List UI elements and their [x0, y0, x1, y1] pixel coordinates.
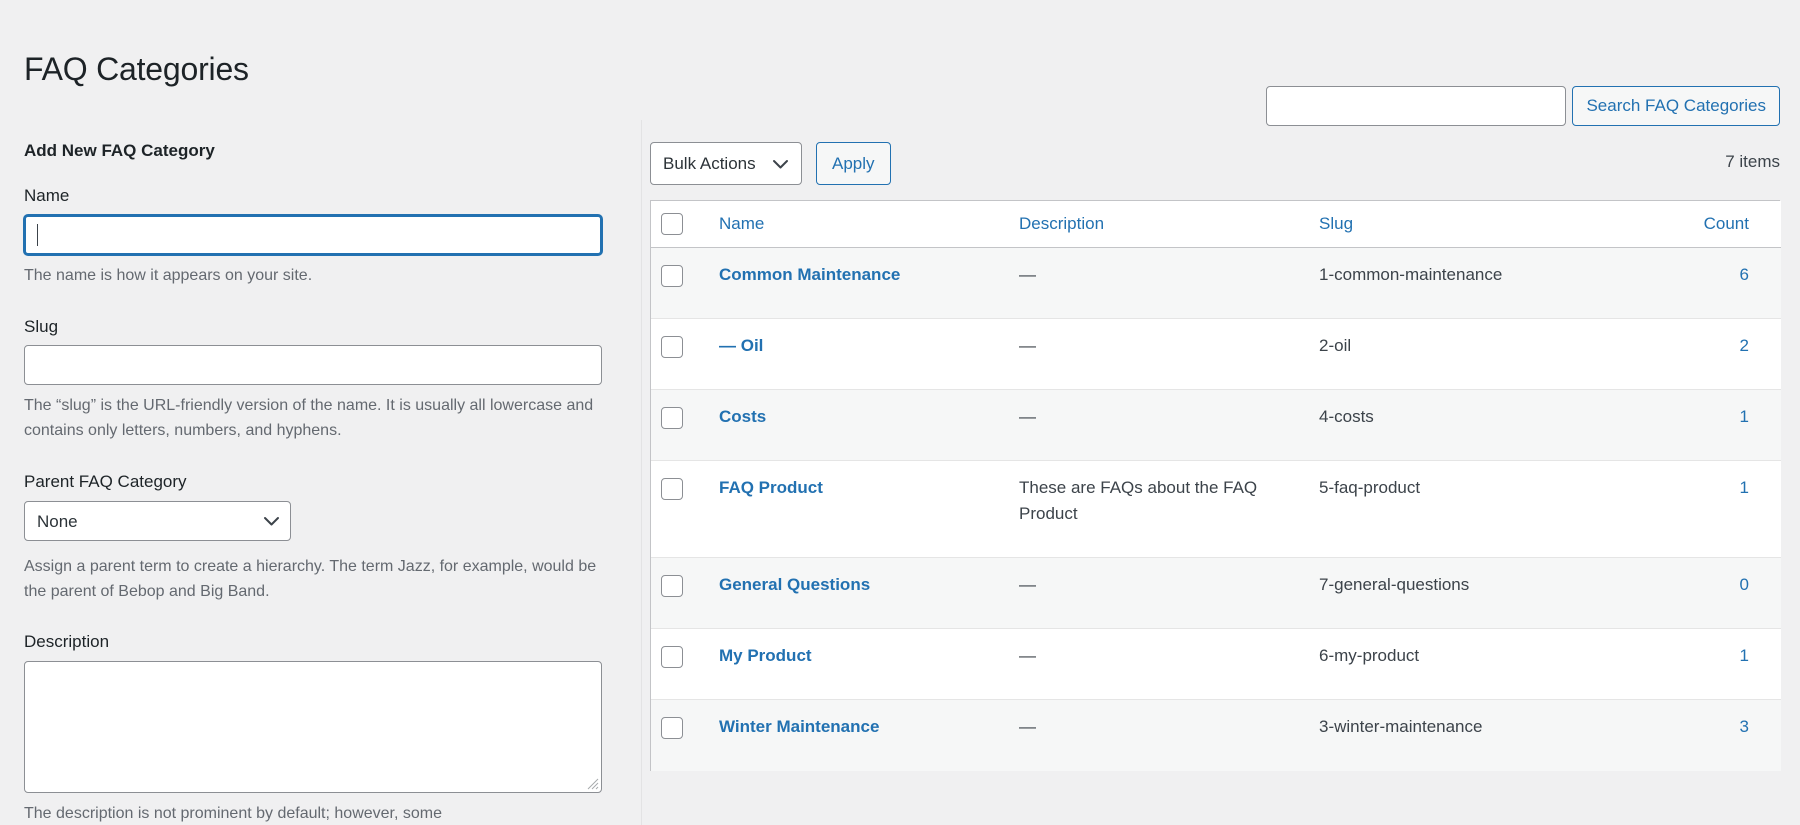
parent-category-select[interactable]: None	[24, 501, 291, 541]
search-submit-button[interactable]: Search FAQ Categories	[1572, 86, 1780, 126]
form-heading: Add New FAQ Category	[24, 140, 604, 162]
table-header-row: Name Description Slug Count	[651, 201, 1781, 248]
row-checkbox[interactable]	[661, 336, 683, 358]
apply-button[interactable]: Apply	[816, 142, 891, 185]
column-divider	[641, 120, 642, 825]
table-row: My Product — 6-my-product 1	[651, 629, 1781, 700]
select-all-header	[651, 201, 709, 248]
parent-category-label: Parent FAQ Category	[24, 470, 604, 494]
term-slug: 2-oil	[1319, 336, 1351, 355]
term-slug: 3-winter-maintenance	[1319, 717, 1482, 736]
term-name-link[interactable]: FAQ Product	[719, 478, 823, 497]
text-caret	[37, 224, 38, 246]
term-count-link[interactable]: 2	[1740, 336, 1749, 355]
row-checkbox[interactable]	[661, 717, 683, 739]
term-name-link[interactable]: Common Maintenance	[719, 265, 900, 284]
field-parent-category: Parent FAQ Category None	[24, 470, 604, 546]
term-name-link[interactable]: My Product	[719, 646, 812, 665]
select-all-checkbox[interactable]	[661, 213, 683, 235]
term-description: —	[1019, 717, 1036, 736]
items-count: 7 items	[1725, 152, 1780, 172]
column-header-count[interactable]: Count	[1609, 201, 1781, 248]
slug-input[interactable]	[24, 345, 602, 385]
term-name-link[interactable]: Winter Maintenance	[719, 717, 879, 736]
table-row: Costs — 4-costs 1	[651, 390, 1781, 461]
parent-category-selected-value: None	[24, 501, 291, 541]
term-slug: 5-faq-product	[1319, 478, 1420, 497]
term-count-link[interactable]: 3	[1740, 717, 1749, 736]
table-row: General Questions — 7-general-questions …	[651, 558, 1781, 629]
table-nav-top: Bulk Actions Apply 7 items	[650, 142, 1780, 186]
row-checkbox[interactable]	[661, 265, 683, 287]
column-header-name[interactable]: Name	[709, 201, 1009, 248]
table-row: Winter Maintenance — 3-winter-maintenanc…	[651, 700, 1781, 771]
description-textarea[interactable]	[24, 661, 602, 793]
column-header-slug[interactable]: Slug	[1309, 201, 1609, 248]
term-description: —	[1019, 407, 1036, 426]
bulk-actions-select[interactable]: Bulk Actions	[650, 142, 802, 185]
table-row: — Oil — 2-oil 2	[651, 319, 1781, 390]
row-checkbox[interactable]	[661, 478, 683, 500]
term-count-link[interactable]: 0	[1740, 575, 1749, 594]
field-description: Description	[24, 630, 604, 793]
search-input[interactable]	[1266, 86, 1566, 126]
term-description: —	[1019, 265, 1036, 284]
field-slug: Slug	[24, 315, 604, 386]
description-help-text: The description is not prominent by defa…	[24, 802, 599, 825]
row-checkbox[interactable]	[661, 407, 683, 429]
column-header-description[interactable]: Description	[1009, 201, 1309, 248]
term-name-link[interactable]: — Oil	[719, 336, 763, 355]
row-checkbox[interactable]	[661, 646, 683, 668]
term-description: —	[1019, 646, 1036, 665]
term-name-link[interactable]: General Questions	[719, 575, 870, 594]
term-name-link[interactable]: Costs	[719, 407, 766, 426]
term-count-link[interactable]: 1	[1740, 646, 1749, 665]
terms-table: Name Description Slug Count Common Maint…	[650, 200, 1780, 771]
name-help-text: The name is how it appears on your site.	[24, 264, 599, 289]
term-slug: 6-my-product	[1319, 646, 1419, 665]
parent-category-help-text: Assign a parent term to create a hierarc…	[24, 555, 599, 605]
term-description: These are FAQs about the FAQ Product	[1019, 478, 1257, 523]
term-description: —	[1019, 575, 1036, 594]
table-row: FAQ Product These are FAQs about the FAQ…	[651, 461, 1781, 558]
term-count-link[interactable]: 6	[1740, 265, 1749, 284]
term-slug: 7-general-questions	[1319, 575, 1469, 594]
slug-help-text: The “slug” is the URL-friendly version o…	[24, 394, 599, 444]
description-label: Description	[24, 630, 604, 654]
field-name: Name	[24, 184, 604, 255]
slug-label: Slug	[24, 315, 604, 339]
term-count-link[interactable]: 1	[1740, 478, 1749, 497]
name-label: Name	[24, 184, 604, 208]
search-box: Search FAQ Categories	[650, 86, 1780, 126]
table-body: Common Maintenance — 1-common-maintenanc…	[651, 248, 1781, 771]
add-new-term-form: Add New FAQ Category Name The name is ho…	[24, 140, 604, 825]
term-slug: 1-common-maintenance	[1319, 265, 1502, 284]
name-input[interactable]	[24, 215, 602, 255]
page-title: FAQ Categories	[24, 49, 249, 91]
term-description: —	[1019, 336, 1036, 355]
term-slug: 4-costs	[1319, 407, 1374, 426]
row-checkbox[interactable]	[661, 575, 683, 597]
term-count-link[interactable]: 1	[1740, 407, 1749, 426]
resize-handle-icon[interactable]	[585, 776, 599, 790]
table-row: Common Maintenance — 1-common-maintenanc…	[651, 248, 1781, 319]
admin-page: FAQ Categories Add New FAQ Category Name…	[0, 0, 1800, 825]
